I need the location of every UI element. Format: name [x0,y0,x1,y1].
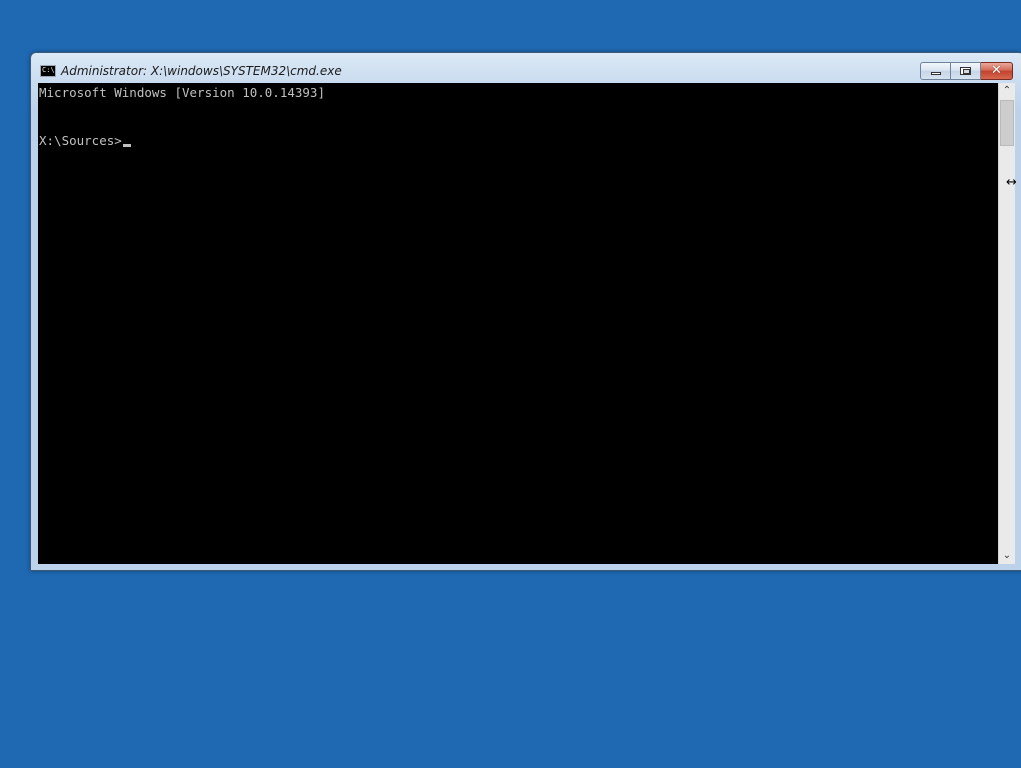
scroll-up-arrow-icon[interactable]: ⌃ [999,83,1015,99]
minimize-button[interactable] [920,62,951,80]
cmd-window[interactable]: Administrator: X:\windows\SYSTEM32\cmd.e… [30,52,1021,571]
console-prompt-line: X:\Sources> [39,133,131,149]
console-prompt: X:\Sources> [39,133,122,148]
scroll-down-arrow-icon[interactable]: ⌄ [999,548,1015,564]
close-button[interactable]: ✕ [981,62,1013,80]
close-icon: ✕ [991,63,1002,78]
cmd-icon[interactable] [40,65,56,77]
caption-buttons: ✕ [920,62,1013,81]
desktop: Administrator: X:\windows\SYSTEM32\cmd.e… [0,0,1021,768]
text-cursor [122,144,131,147]
scrollbar-thumb[interactable] [1000,100,1014,146]
console-output[interactable]: Microsoft Windows [Version 10.0.14393] X… [38,83,998,564]
title-bar[interactable]: Administrator: X:\windows\SYSTEM32\cmd.e… [31,53,1021,83]
minimize-icon [931,72,941,75]
restore-icon [960,67,971,75]
horizontal-resize-cursor-icon: ↔ [1006,175,1017,190]
console-version-line: Microsoft Windows [Version 10.0.14393] [39,85,325,100]
vertical-scrollbar[interactable]: ⌃ ⌄ [998,83,1015,564]
window-title: Administrator: X:\windows\SYSTEM32\cmd.e… [61,64,342,78]
restore-button[interactable] [951,62,981,80]
